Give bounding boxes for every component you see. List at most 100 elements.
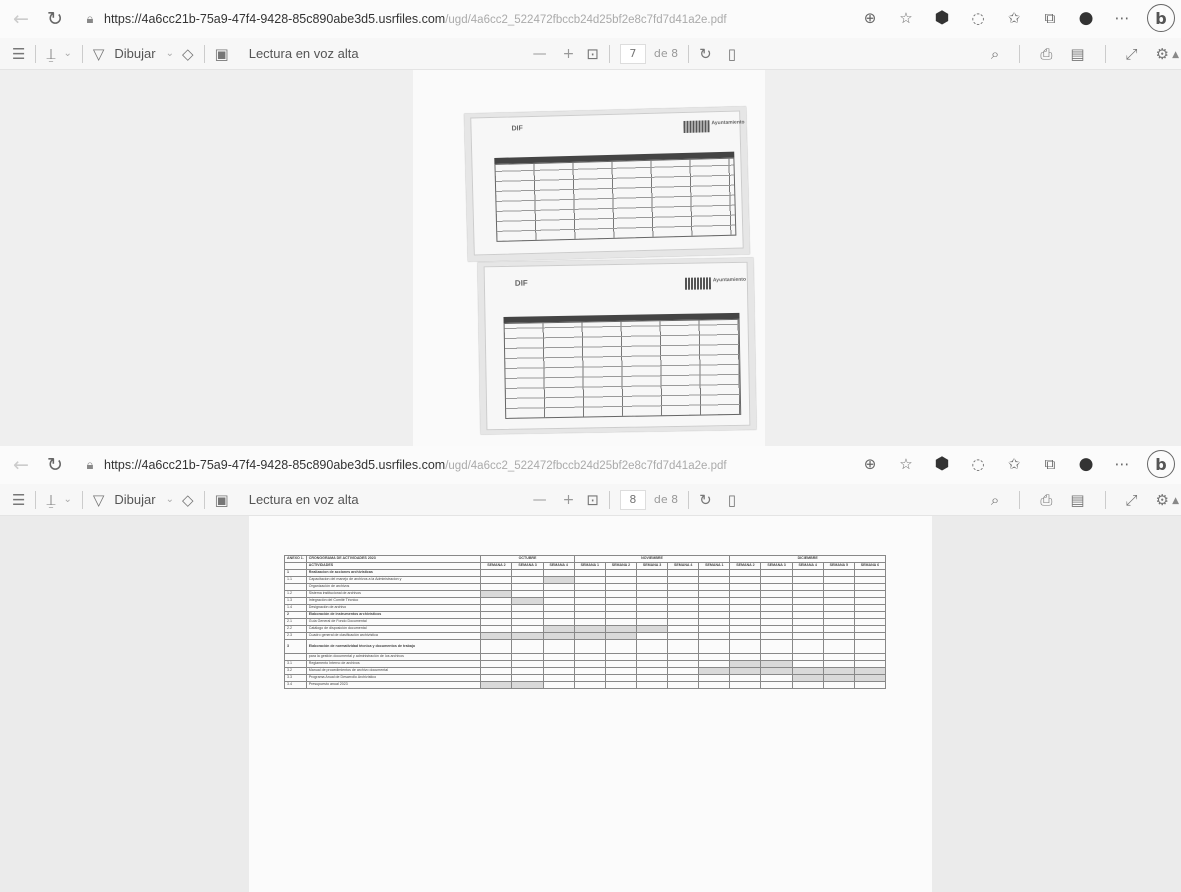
collections-icon[interactable]: ⧉ (1039, 450, 1061, 478)
extension-shield-icon[interactable]: ⬢ (931, 4, 953, 32)
schedule-cell (635, 653, 669, 661)
save-icon[interactable]: ▤ (1066, 487, 1088, 513)
schedule-cell (822, 590, 855, 598)
read-aloud-icon[interactable]: ▣ (211, 41, 233, 67)
pdf-viewport[interactable]: ANEXO 1. CRONOGRAMA DE ACTIVIDADES 2023 OC… (0, 516, 1181, 892)
divider (1104, 491, 1106, 509)
search-icon[interactable]: ⌕ (987, 41, 1003, 67)
back-arrow-icon[interactable]: ← (4, 450, 38, 480)
print-icon[interactable]: ⎙ (1036, 41, 1056, 67)
schedule-cell (729, 618, 762, 626)
schedule-cell (853, 653, 887, 661)
profile-avatar-icon[interactable]: ● (1075, 4, 1097, 32)
schedule-row-activity: Programa Anual de Desarrollo Archivístic… (305, 674, 482, 682)
pdf-viewport[interactable]: DIF Ayuntamiento DIF Ayuntamiento (0, 70, 1181, 446)
read-mode-icon[interactable]: ☆ (895, 4, 917, 32)
zoom-icon[interactable]: ⊕ (859, 450, 881, 478)
schedule-cell (604, 667, 637, 675)
chevron-down-icon[interactable]: ⌄ (59, 48, 75, 59)
draw-button[interactable]: Dibujar (108, 46, 161, 61)
contents-icon[interactable]: ☰ (8, 41, 29, 67)
url-field[interactable]: https://4a6cc21b-75a9-47f4-9428-85c890ab… (104, 458, 754, 472)
schedule-cell (667, 611, 700, 619)
draw-icon[interactable]: ▽ (89, 487, 109, 513)
schedule-cell (760, 569, 793, 577)
schedule-cell (573, 681, 606, 689)
collections-icon[interactable]: ⧉ (1039, 4, 1061, 32)
extension-icon[interactable]: ◌ (967, 4, 989, 32)
scroll-up-icon[interactable]: ▲ (1172, 496, 1179, 506)
draw-icon[interactable]: ▽ (89, 41, 109, 67)
save-icon[interactable]: ▤ (1066, 41, 1088, 67)
schedule-cell (791, 597, 824, 605)
chevron-down-icon[interactable]: ⌄ (162, 494, 178, 505)
extension-icon[interactable]: ◌ (967, 450, 989, 478)
rotate-icon[interactable]: ↻ (695, 487, 716, 513)
page-number-input[interactable]: 7 (619, 43, 646, 64)
fit-page-icon[interactable]: ⊡ (582, 41, 603, 67)
bing-chat-icon[interactable]: b (1147, 450, 1175, 478)
scroll-up-icon[interactable]: ▲ (1172, 50, 1179, 60)
schedule-cell (480, 667, 513, 675)
page-view-icon[interactable]: ▯ (724, 41, 740, 67)
schedule-cell (542, 590, 575, 598)
lock-icon[interactable]: 🔒︎ (80, 12, 100, 27)
schedule-cell (822, 597, 855, 605)
profile-avatar-icon[interactable]: ● (1075, 450, 1097, 478)
highlight-icon[interactable]: ⍊ (42, 41, 59, 67)
refresh-icon[interactable]: ↻ (38, 4, 72, 34)
highlight-icon[interactable]: ⍊ (42, 487, 59, 513)
divider (688, 490, 690, 509)
bing-chat-icon[interactable]: b (1147, 4, 1175, 32)
fit-page-icon[interactable]: ⊡ (582, 487, 603, 513)
search-icon[interactable]: ⌕ (987, 487, 1003, 513)
eraser-icon[interactable]: ◇ (178, 487, 198, 513)
fullscreen-icon[interactable]: ⤢ (1122, 487, 1142, 513)
zoom-in-button[interactable]: + (555, 492, 583, 508)
settings-gear-icon[interactable]: ⚙ (1152, 41, 1173, 67)
chevron-down-icon[interactable]: ⌄ (59, 494, 75, 505)
chevron-down-icon[interactable]: ⌄ (162, 48, 178, 59)
read-mode-icon[interactable]: ☆ (895, 450, 917, 478)
read-aloud-icon[interactable]: ▣ (211, 487, 233, 513)
contents-icon[interactable]: ☰ (8, 487, 29, 513)
schedule-cell (511, 597, 544, 605)
draw-button[interactable]: Dibujar (108, 492, 161, 507)
favorites-icon[interactable]: ✩ (1003, 450, 1025, 478)
fullscreen-icon[interactable]: ⤢ (1122, 41, 1142, 67)
zoom-in-button[interactable]: + (555, 46, 583, 62)
rotate-icon[interactable]: ↻ (695, 41, 716, 67)
schedule-cell (667, 604, 700, 612)
schedule-cell (573, 569, 606, 577)
schedule-cell (635, 674, 669, 682)
browser-capture-page8: ← ↻ 🔒︎ https://4a6cc21b-75a9-47f4-9428-8… (0, 446, 1181, 892)
print-icon[interactable]: ⎙ (1036, 487, 1056, 513)
back-arrow-icon[interactable]: ← (4, 4, 38, 34)
schedule-cell (604, 576, 637, 584)
schedule-cell (542, 660, 575, 668)
schedule-cell (822, 583, 855, 591)
page-number-input[interactable]: 8 (619, 489, 646, 510)
extension-shield-icon[interactable]: ⬢ (931, 450, 953, 478)
schedule-cell (604, 604, 637, 612)
more-options-icon[interactable]: ⋯ (1111, 450, 1133, 478)
schedule-cell (698, 660, 731, 668)
zoom-icon[interactable]: ⊕ (859, 4, 881, 32)
page-view-icon[interactable]: ▯ (724, 487, 740, 513)
favorites-icon[interactable]: ✩ (1003, 4, 1025, 32)
lock-icon[interactable]: 🔒︎ (80, 458, 100, 473)
url-field[interactable]: https://4a6cc21b-75a9-47f4-9428-85c890ab… (104, 12, 754, 26)
read-aloud-button[interactable]: Lectura en voz alta (243, 492, 365, 507)
schedule-week: SEMANA 4 (791, 562, 824, 570)
more-options-icon[interactable]: ⋯ (1111, 4, 1133, 32)
schedule-row-activity: Elaboración de normatividad técnica y do… (305, 639, 482, 654)
zoom-out-button[interactable]: — (525, 46, 555, 62)
schedule-cell (635, 660, 669, 668)
eraser-icon[interactable]: ◇ (178, 41, 198, 67)
settings-gear-icon[interactable]: ⚙ (1152, 487, 1173, 513)
zoom-out-button[interactable]: — (525, 492, 555, 508)
schedule-cell (511, 618, 544, 626)
refresh-icon[interactable]: ↻ (38, 450, 72, 480)
schedule-cell (760, 653, 793, 661)
read-aloud-button[interactable]: Lectura en voz alta (243, 46, 365, 61)
